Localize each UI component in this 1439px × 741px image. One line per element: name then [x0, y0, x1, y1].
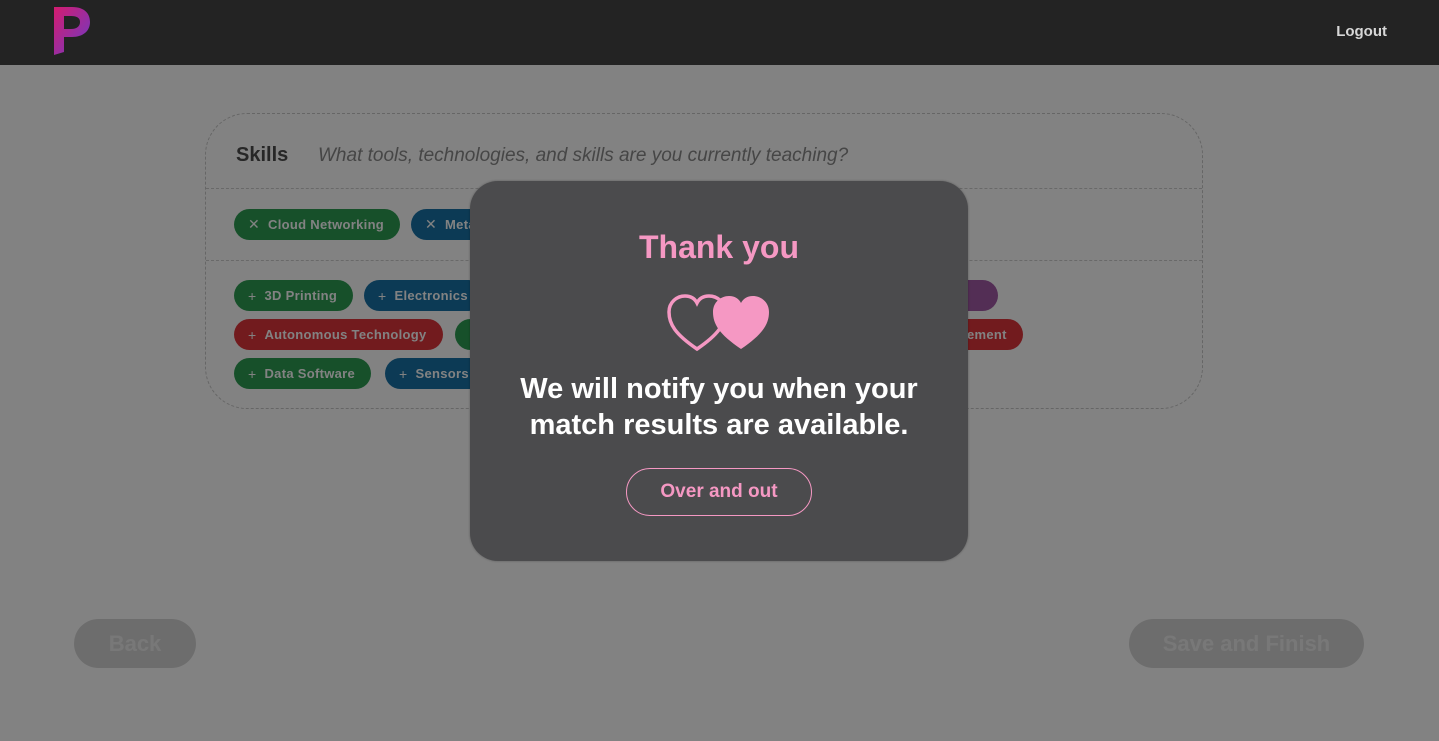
modal-message-line-1: We will notify you when your — [520, 373, 918, 405]
thank-you-modal: Thank you We will notify you when your m… — [470, 181, 968, 561]
logout-link[interactable]: Logout — [1336, 23, 1387, 40]
over-and-out-button[interactable]: Over and out — [626, 468, 812, 516]
modal-message: We will notify you when your match resul… — [470, 371, 968, 443]
modal-message-line-2: match results are available. — [529, 409, 909, 441]
logo-icon[interactable] — [50, 5, 94, 57]
top-navigation-bar: Logout — [0, 0, 1439, 65]
linked-hearts-icon — [667, 294, 769, 352]
modal-title: Thank you — [638, 229, 799, 265]
